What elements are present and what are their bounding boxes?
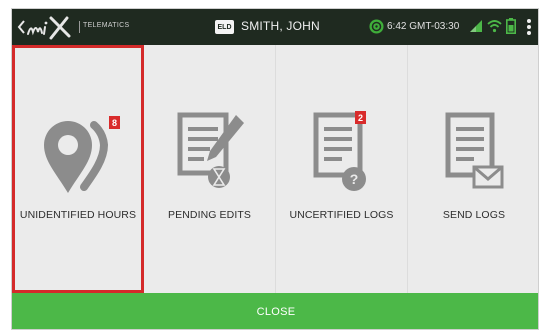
battery-icon <box>506 18 516 34</box>
tile-label: SEND LOGS <box>442 209 506 221</box>
driving-status-icon <box>369 19 384 34</box>
logo-separator <box>79 21 80 33</box>
edit-document-icon <box>177 112 244 188</box>
top-bar: TELEMATICS ELD SMITH, JOHN 6:42 GMT-03:3… <box>12 9 538 45</box>
wifi-icon <box>487 20 502 33</box>
mix-logo-icon <box>27 16 71 40</box>
tile-label: UNCERTIFIED LOGS <box>289 209 394 221</box>
overflow-menu-icon[interactable] <box>526 18 532 36</box>
svg-text:?: ? <box>350 171 359 187</box>
tile-label: UNIDENTIFIED HOURS <box>19 209 137 221</box>
notification-badge: 8 <box>109 116 120 129</box>
app-window: TELEMATICS ELD SMITH, JOHN 6:42 GMT-03:3… <box>11 8 539 330</box>
uncertified-document-icon: ? <box>313 112 366 191</box>
close-button-label: CLOSE <box>256 306 296 318</box>
notification-badge: 2 <box>355 111 366 124</box>
driver-name[interactable]: SMITH, JOHN <box>241 19 320 33</box>
tile-send-logs[interactable]: SEND LOGS <box>408 45 538 293</box>
clock-text: 6:42 GMT-03:30 <box>387 21 460 32</box>
signal-strength-icon <box>470 20 482 32</box>
tile-uncertified-logs[interactable]: ? 2 UNCERTIFIED LOGS <box>276 45 408 293</box>
brand-subtitle: TELEMATICS <box>83 22 130 29</box>
tile-unidentified-hours[interactable]: 8 UNIDENTIFIED HOURS <box>12 45 144 293</box>
tile-pending-edits[interactable]: PENDING EDITS <box>144 45 276 293</box>
tile-label: PENDING EDITS <box>168 209 251 221</box>
close-button[interactable]: CLOSE <box>12 293 538 329</box>
location-pin-icon <box>44 121 109 193</box>
eld-badge: ELD <box>215 20 234 34</box>
send-document-icon <box>445 112 504 189</box>
action-tiles: 8 UNIDENTIFIED HOURS PENDING EDITS ? 2 U… <box>12 45 538 293</box>
